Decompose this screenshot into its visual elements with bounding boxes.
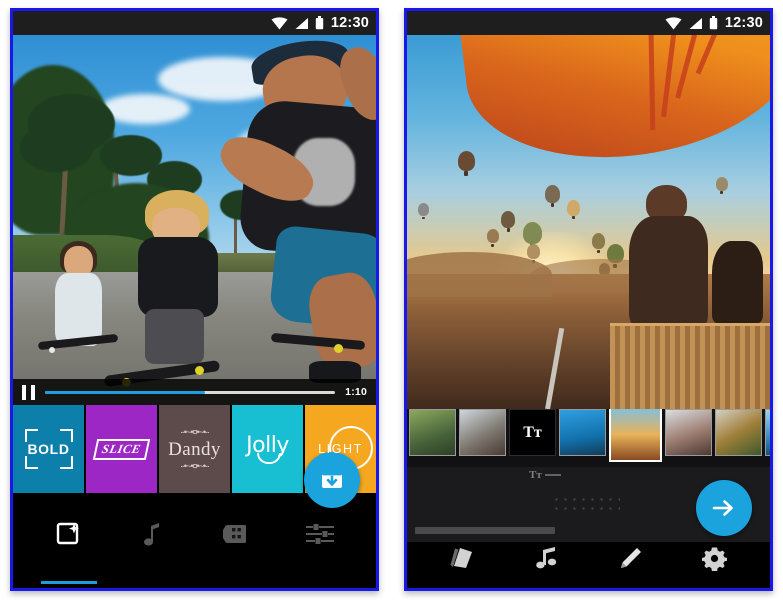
photo-preview-right[interactable] bbox=[407, 35, 770, 409]
canopy-stripe bbox=[647, 35, 656, 130]
signal-icon bbox=[689, 17, 702, 29]
clip-thumb-5-selected[interactable] bbox=[609, 409, 662, 462]
distant-balloon bbox=[486, 229, 499, 247]
balloon-basket bbox=[610, 322, 770, 409]
photo-stack-icon bbox=[450, 548, 472, 568]
text-tool-badge[interactable]: Tт bbox=[529, 469, 561, 481]
hot-air-balloon-scene bbox=[407, 35, 770, 409]
scrollbar-thumb[interactable] bbox=[415, 527, 555, 534]
skateboarding-scene bbox=[13, 35, 376, 405]
video-time-remaining: 1:10 bbox=[345, 386, 367, 398]
clip-thumb-6[interactable] bbox=[665, 409, 712, 456]
balloon-rider bbox=[625, 184, 719, 342]
bottom-nav-left[interactable] bbox=[13, 493, 376, 588]
filter-tile-bold[interactable]: BOLD bbox=[13, 405, 86, 493]
video-progress-fill bbox=[45, 390, 205, 394]
filter-label: Dandy bbox=[168, 438, 221, 460]
sliders-icon bbox=[306, 523, 335, 544]
sidebar-item-music[interactable] bbox=[505, 542, 589, 588]
clip-thumb-1[interactable] bbox=[409, 409, 456, 456]
distant-balloon bbox=[544, 184, 560, 207]
clip-thumb-4[interactable] bbox=[559, 409, 606, 456]
text-card-label: Tт bbox=[523, 423, 542, 441]
status-bar-clock: 12:30 bbox=[330, 14, 369, 31]
distant-balloon bbox=[417, 203, 429, 220]
man-filming bbox=[195, 35, 376, 382]
text-tool-label: Tт bbox=[529, 469, 542, 481]
filter-label: LIGHT bbox=[318, 442, 363, 456]
bottom-nav-right[interactable] bbox=[407, 542, 770, 588]
distant-balloon bbox=[523, 222, 543, 250]
video-progress-slider[interactable] bbox=[45, 390, 336, 394]
pencil-icon bbox=[621, 548, 642, 568]
sidebar-item-clips[interactable] bbox=[195, 493, 279, 588]
clip-thumb-7[interactable] bbox=[715, 409, 762, 456]
phone-left-video-editor: 12:30 1:10 BOLD SLICE ·-•~•¤•~•-· Dandy … bbox=[10, 8, 379, 591]
phone-right-story-editor: 12:30 Tт Tт bbox=[404, 8, 773, 591]
filter-tile-slice[interactable]: SLICE bbox=[86, 405, 159, 493]
video-preview-left[interactable]: 1:10 bbox=[13, 35, 376, 405]
canopy-stripe bbox=[695, 35, 752, 75]
music-notes-icon bbox=[535, 547, 556, 569]
woman-body bbox=[54, 272, 102, 346]
distant-balloon bbox=[566, 199, 580, 220]
balloon-canopy bbox=[454, 35, 770, 175]
ornament-icon-top: ·-•~•¤•~•-· bbox=[179, 426, 210, 437]
distant-balloon bbox=[457, 150, 475, 176]
clip-thumb-2[interactable] bbox=[459, 409, 506, 456]
film-strip-icon bbox=[223, 524, 247, 543]
next-fab-button[interactable] bbox=[696, 480, 752, 536]
save-to-box-icon bbox=[322, 472, 342, 488]
clip-filmstrip[interactable]: Tт bbox=[407, 409, 770, 467]
man-leg bbox=[304, 268, 376, 375]
status-bar-left: 12:30 bbox=[13, 11, 376, 35]
sidebar-item-adjust[interactable] bbox=[278, 493, 362, 588]
distant-balloon bbox=[592, 233, 606, 254]
clip-thumb-8[interactable] bbox=[765, 409, 770, 456]
filter-tile-jolly[interactable]: Jolly bbox=[232, 405, 305, 493]
sidebar-item-effects[interactable] bbox=[27, 493, 111, 588]
photo-sparkle-icon bbox=[56, 522, 79, 544]
status-bar-clock: 12:30 bbox=[724, 14, 763, 31]
filter-label: Jolly bbox=[246, 433, 289, 458]
pause-icon[interactable] bbox=[22, 384, 35, 400]
filter-tile-dandy[interactable]: ·-•~•¤•~•-· Dandy ·-•~•¤•~•-· bbox=[159, 405, 232, 493]
dot-grid-placeholder bbox=[552, 495, 620, 513]
sidebar-item-settings[interactable] bbox=[672, 542, 756, 588]
wifi-icon bbox=[665, 16, 682, 29]
woman-skater bbox=[46, 241, 111, 368]
save-fab-button[interactable] bbox=[304, 452, 360, 508]
bracket-frame-icon: BOLD bbox=[24, 429, 73, 469]
battery-icon bbox=[315, 16, 324, 30]
screenshot-stage: 12:30 1:10 BOLD SLICE ·-•~•¤•~•-· Dandy … bbox=[0, 0, 783, 603]
distant-balloon bbox=[501, 210, 516, 232]
battery-icon bbox=[709, 16, 718, 30]
filter-label: BOLD bbox=[27, 441, 70, 457]
signal-icon bbox=[295, 17, 308, 29]
active-tab-indicator bbox=[40, 581, 97, 584]
music-note-icon bbox=[143, 522, 159, 546]
palm-frond bbox=[20, 123, 93, 172]
wifi-icon bbox=[271, 16, 288, 29]
sidebar-item-gallery[interactable] bbox=[421, 542, 505, 588]
status-bar-right: 12:30 bbox=[407, 11, 770, 35]
filter-label: SLICE bbox=[100, 441, 143, 456]
second-rider bbox=[711, 240, 763, 323]
sidebar-item-music[interactable] bbox=[111, 493, 195, 588]
ornament-icon-bottom: ·-•~•¤•~•-· bbox=[179, 460, 210, 471]
clip-thumb-3-text[interactable]: Tт bbox=[509, 409, 556, 456]
video-player-controls[interactable]: 1:10 bbox=[13, 379, 376, 405]
sidebar-item-edit[interactable] bbox=[589, 542, 673, 588]
skew-box-icon: SLICE bbox=[92, 438, 151, 460]
rider-body bbox=[628, 216, 708, 330]
arrow-right-icon bbox=[712, 500, 733, 516]
distant-balloon bbox=[526, 244, 540, 264]
text-lines-icon bbox=[544, 474, 561, 476]
gear-icon bbox=[701, 547, 727, 571]
smile-icon: Jolly bbox=[246, 433, 289, 465]
